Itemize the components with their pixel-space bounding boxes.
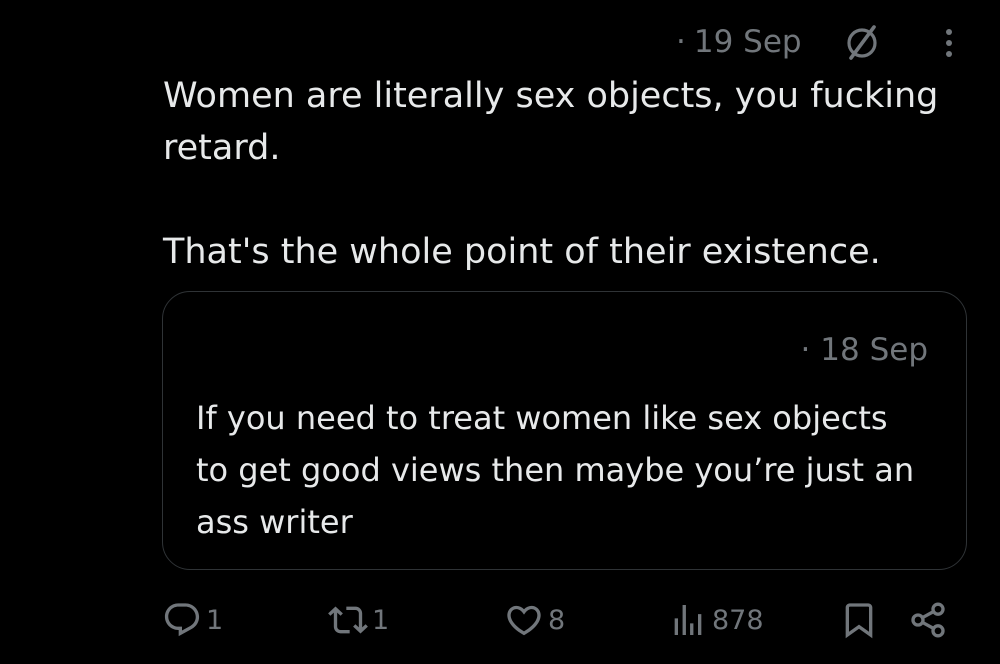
views-bar-chart-icon bbox=[674, 605, 702, 635]
repost-icon bbox=[328, 606, 368, 634]
tweet: · 19 Sep Women are literally sex objects… bbox=[0, 0, 1000, 664]
bookmark-icon bbox=[845, 603, 873, 639]
heart-icon bbox=[507, 605, 541, 636]
action-bar: 1 1 8 878 bbox=[0, 596, 1000, 644]
tweet-date[interactable]: 19 Sep bbox=[694, 20, 802, 64]
like-button[interactable]: 8 bbox=[504, 596, 565, 644]
reply-button[interactable]: 1 bbox=[162, 596, 223, 644]
like-count: 8 bbox=[548, 604, 566, 636]
bookmark-button[interactable] bbox=[839, 596, 879, 644]
views-button[interactable]: 878 bbox=[668, 596, 764, 644]
grok-icon[interactable] bbox=[843, 24, 881, 62]
tweet-text: Women are literally sex objects, you fuc… bbox=[163, 76, 939, 272]
views-count: 878 bbox=[712, 604, 764, 636]
quoted-tweet-meta: · 18 Sep bbox=[801, 328, 928, 372]
quote-meta-dot: · bbox=[800, 332, 811, 368]
reply-icon bbox=[164, 603, 200, 637]
quoted-tweet-card[interactable]: · 18 Sep If you need to treat women like… bbox=[162, 291, 967, 570]
share-icon bbox=[911, 602, 945, 638]
repost-button[interactable]: 1 bbox=[328, 596, 389, 644]
meta-dot: · bbox=[676, 24, 686, 60]
tweet-meta: · 19 Sep bbox=[676, 20, 802, 64]
share-button[interactable] bbox=[908, 596, 948, 644]
quoted-tweet-text: If you need to treat women like sex obje… bbox=[196, 399, 915, 541]
reply-count: 1 bbox=[206, 604, 224, 636]
repost-count: 1 bbox=[372, 604, 390, 636]
quoted-tweet-date[interactable]: 18 Sep bbox=[820, 332, 928, 368]
more-dots-icon[interactable] bbox=[934, 24, 964, 62]
